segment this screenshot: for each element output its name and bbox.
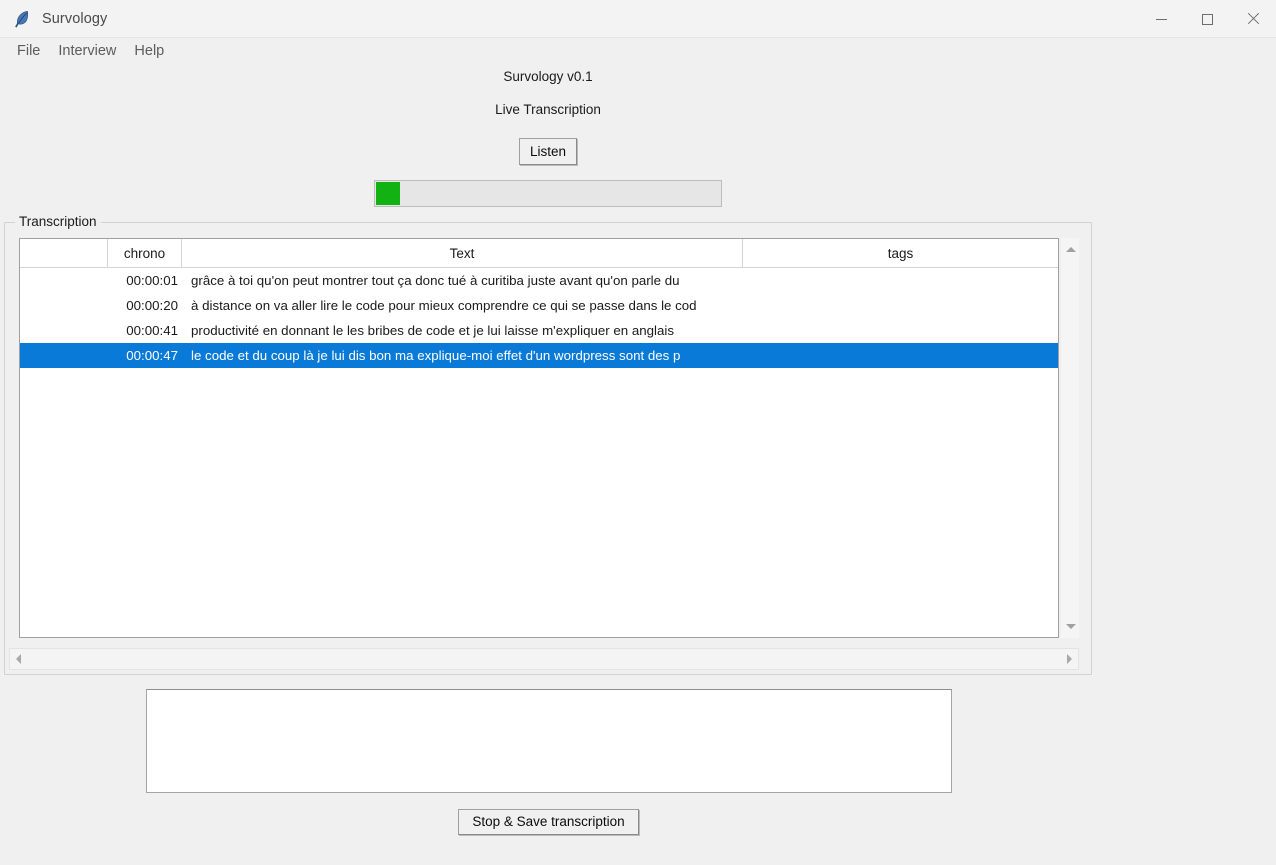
close-icon — [1247, 13, 1259, 25]
app-window: Survology File Interview Help Survology … — [0, 0, 1276, 865]
feather-icon — [12, 9, 32, 29]
cell-chrono: 00:00:47 — [126, 348, 178, 363]
cell-text: à distance on va aller lire le code pour… — [191, 298, 697, 313]
window-title: Survology — [42, 10, 108, 27]
column-header-tags[interactable]: tags — [743, 239, 1058, 268]
notes-input[interactable] — [146, 689, 952, 793]
table-row[interactable]: 00:00:20 à distance on va aller lire le … — [20, 293, 1058, 318]
cell-chrono: 00:00:01 — [126, 273, 178, 288]
window-controls — [1138, 0, 1276, 38]
audio-level-progressbar — [374, 180, 722, 207]
column-header-chrono[interactable]: chrono — [108, 239, 182, 268]
app-version-label: Survology v0.1 — [503, 69, 593, 84]
transcription-tree-area: chrono Text tags 00:00:01 grâce à toi qu… — [19, 238, 1079, 638]
scroll-down-arrow-icon — [1065, 624, 1076, 629]
column-header-text[interactable]: Text — [182, 239, 743, 268]
scroll-left-arrow-icon[interactable] — [16, 654, 21, 664]
scroll-up-arrow-icon — [1065, 247, 1076, 252]
table-header-row: chrono Text tags — [20, 239, 1058, 268]
title-bar: Survology — [0, 0, 1276, 38]
close-button[interactable] — [1230, 0, 1276, 38]
menu-item-file[interactable]: File — [8, 41, 49, 61]
maximize-icon — [1201, 13, 1213, 25]
scroll-right-arrow-icon[interactable] — [1067, 654, 1072, 664]
cell-chrono: 00:00:20 — [126, 298, 178, 313]
minimize-button[interactable] — [1138, 0, 1184, 38]
transcription-groupbox: Transcription chrono Text tags 00:00:01 … — [4, 214, 1092, 675]
listen-button[interactable]: Listen — [519, 138, 577, 165]
menu-item-help[interactable]: Help — [125, 41, 173, 61]
table-row[interactable]: 00:00:01 grâce à toi qu'on peut montrer … — [20, 268, 1058, 293]
cell-text: productivité en donnant le les bribes de… — [191, 323, 674, 338]
minimize-icon — [1155, 18, 1167, 20]
cell-text: grâce à toi qu'on peut montrer tout ça d… — [191, 273, 680, 288]
maximize-button[interactable] — [1184, 0, 1230, 38]
page-title: Live Transcription — [495, 102, 601, 117]
table-row-selected[interactable]: 00:00:47 le code et du coup là je lui di… — [20, 343, 1058, 368]
menu-item-interview[interactable]: Interview — [49, 41, 125, 61]
scroll-down-button[interactable] — [1061, 617, 1080, 636]
scroll-up-button[interactable] — [1061, 240, 1080, 259]
cell-chrono: 00:00:41 — [126, 323, 178, 338]
transcription-groupbox-label: Transcription — [15, 214, 101, 229]
cell-text: le code et du coup là je lui dis bon ma … — [191, 348, 681, 363]
menu-bar: File Interview Help — [0, 38, 1276, 64]
transcription-vertical-scrollbar[interactable] — [1060, 238, 1079, 638]
stop-save-transcription-button[interactable]: Stop & Save transcription — [458, 809, 639, 835]
transcription-horizontal-scrollbar[interactable] — [9, 648, 1079, 670]
column-header-tree[interactable] — [20, 239, 108, 268]
audio-level-fill — [376, 182, 401, 205]
table-row[interactable]: 00:00:41 productivité en donnant le les … — [20, 318, 1058, 343]
transcription-table[interactable]: chrono Text tags 00:00:01 grâce à toi qu… — [19, 238, 1059, 638]
